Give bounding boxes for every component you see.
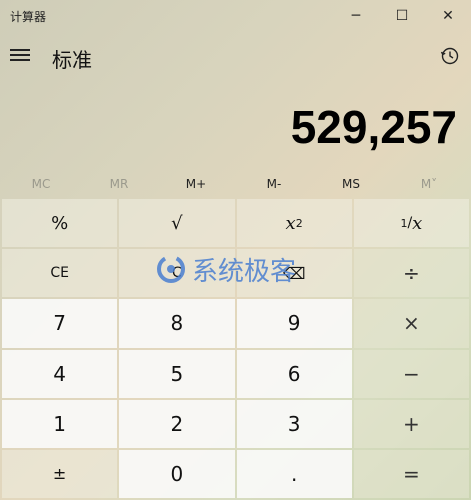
- percent-button[interactable]: %: [2, 199, 118, 248]
- keypad: % √ x2 1/x CE C ⌫ ÷ 7 8 9 × 4 5 6 − 1 2 …: [2, 199, 469, 498]
- minimize-button[interactable]: ─: [333, 0, 379, 32]
- watermark-logo-icon: [157, 255, 185, 283]
- result-display: 529,257: [290, 101, 457, 153]
- divide-button[interactable]: ÷: [353, 249, 469, 298]
- equals-button[interactable]: =: [353, 449, 469, 498]
- digit-1-button[interactable]: 1: [2, 399, 118, 448]
- title-bar: 计算器 ─ ☐ ✕: [0, 0, 471, 32]
- digit-3-button[interactable]: 3: [236, 399, 352, 448]
- clear-entry-button[interactable]: CE: [2, 249, 118, 298]
- minimize-icon: ─: [351, 8, 361, 24]
- memory-subtract-button[interactable]: M-: [235, 170, 313, 198]
- digit-2-button[interactable]: 2: [119, 399, 235, 448]
- memory-list-button[interactable]: M˅: [390, 170, 468, 198]
- hamburger-menu-icon[interactable]: [10, 46, 30, 62]
- square-base-label: x: [285, 212, 296, 234]
- decimal-button[interactable]: .: [236, 449, 352, 498]
- close-button[interactable]: ✕: [425, 0, 471, 32]
- digit-9-button[interactable]: 9: [236, 299, 352, 348]
- close-icon: ✕: [442, 8, 454, 24]
- reciprocal-denominator-label: x: [412, 212, 423, 234]
- watermark-text: 系统极客: [192, 256, 297, 287]
- watermark: 系统极客: [156, 251, 326, 287]
- reciprocal-button[interactable]: 1/x: [353, 199, 469, 248]
- subtract-button[interactable]: −: [353, 349, 469, 398]
- mode-title: 标准: [52, 48, 92, 72]
- history-icon[interactable]: [440, 46, 460, 66]
- maximize-icon: ☐: [395, 8, 409, 24]
- digit-4-button[interactable]: 4: [2, 349, 118, 398]
- memory-store-button[interactable]: MS: [312, 170, 390, 198]
- memory-add-button[interactable]: M+: [157, 170, 235, 198]
- app-title: 计算器: [10, 10, 47, 24]
- negate-button[interactable]: ±: [2, 449, 118, 498]
- memory-row: MC MR M+ M- MS M˅: [0, 170, 471, 198]
- digit-6-button[interactable]: 6: [236, 349, 352, 398]
- multiply-button[interactable]: ×: [353, 299, 469, 348]
- reciprocal-numerator-label: 1: [400, 216, 408, 230]
- digit-7-button[interactable]: 7: [2, 299, 118, 348]
- add-button[interactable]: +: [353, 399, 469, 448]
- digit-0-button[interactable]: 0: [119, 449, 235, 498]
- memory-recall-button[interactable]: MR: [80, 170, 158, 198]
- square-exponent-label: 2: [295, 216, 303, 230]
- calculator-header: 标准: [0, 36, 471, 76]
- square-root-button[interactable]: √: [119, 199, 235, 248]
- digit-5-button[interactable]: 5: [119, 349, 235, 398]
- digit-8-button[interactable]: 8: [119, 299, 235, 348]
- memory-clear-button[interactable]: MC: [2, 170, 80, 198]
- square-button[interactable]: x2: [236, 199, 352, 248]
- maximize-button[interactable]: ☐: [379, 0, 425, 32]
